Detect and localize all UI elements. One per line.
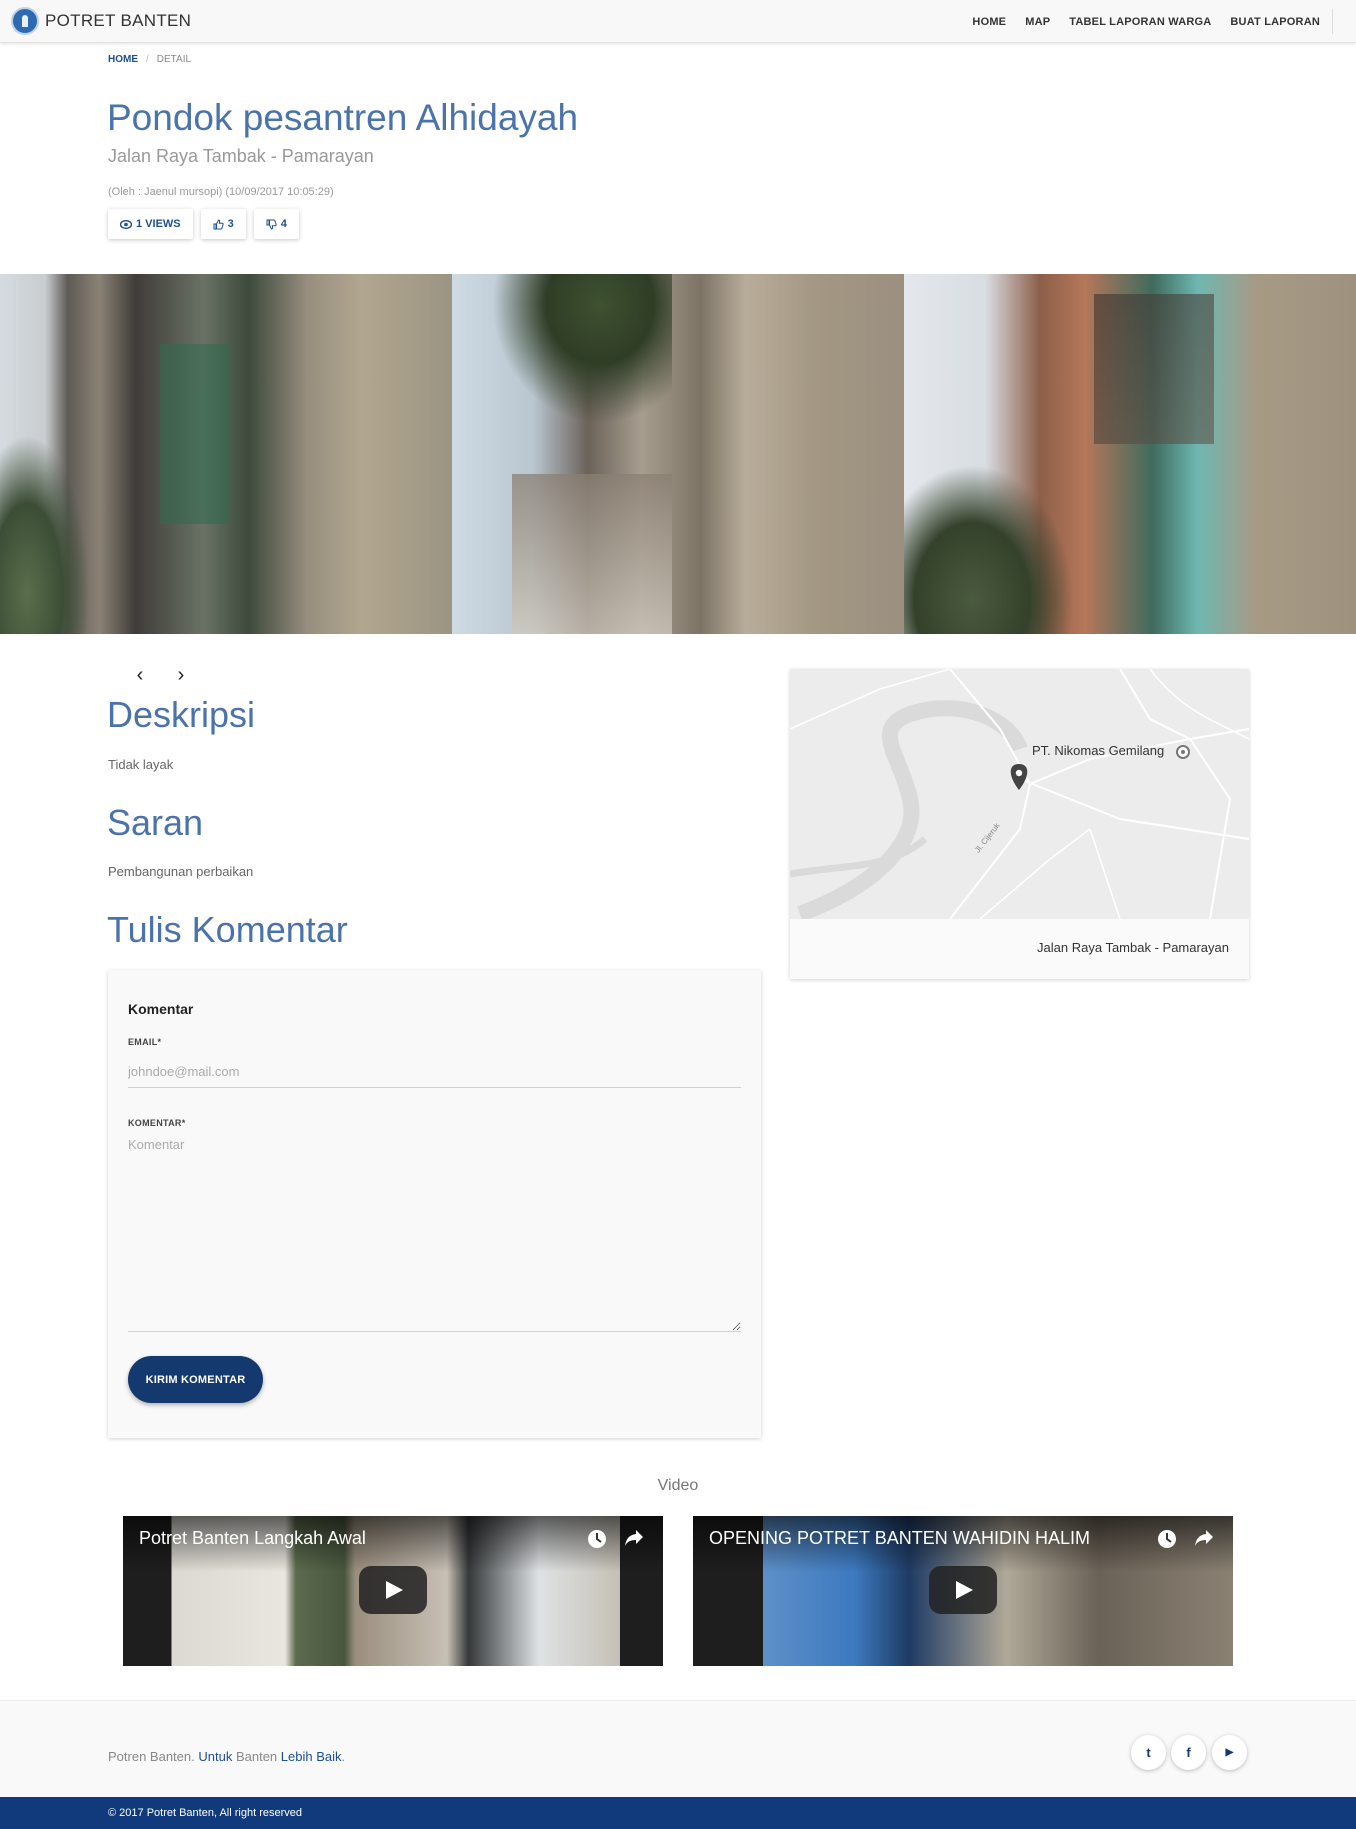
gallery-photo[interactable] bbox=[0, 274, 452, 634]
comment-card: Komentar EMAIL* KOMENTAR* KIRIM KOMENTAR bbox=[108, 970, 761, 1438]
breadcrumb-current: DETAIL bbox=[156, 54, 192, 65]
video-title[interactable]: Potret Banten Langkah Awal bbox=[139, 1528, 366, 1549]
views-button[interactable]: 1 VIEWS bbox=[108, 209, 193, 239]
dislikes-count: 4 bbox=[280, 218, 287, 230]
share-icon[interactable] bbox=[1193, 1529, 1215, 1551]
logo-icon[interactable] bbox=[11, 7, 39, 35]
video-embed[interactable]: Potret Banten Langkah Awal bbox=[123, 1516, 663, 1666]
footer-tagline: Potren Banten. Untuk Banten Lebih Baik. bbox=[108, 1749, 345, 1764]
tagline-highlight: Lebih Baik bbox=[280, 1749, 342, 1764]
navbar: POTRET BANTEN HOME MAP TABEL LAPORAN WAR… bbox=[0, 0, 1356, 43]
tagline-part: Potren Banten. bbox=[108, 1749, 195, 1764]
gallery-photo[interactable] bbox=[452, 274, 904, 634]
twitter-icon[interactable]: t bbox=[1131, 1735, 1166, 1770]
map-place-label: PT. Nikomas Gemilang bbox=[1032, 743, 1165, 758]
breadcrumb-home[interactable]: HOME bbox=[108, 54, 138, 65]
dislike-button[interactable]: 4 bbox=[253, 209, 299, 239]
breadcrumb: HOME / DETAIL bbox=[108, 54, 191, 65]
like-button[interactable]: 3 bbox=[200, 209, 246, 239]
nav-menu: HOME MAP TABEL LAPORAN WARGA BUAT LAPORA… bbox=[953, 0, 1320, 43]
gallery-photo[interactable] bbox=[904, 274, 1356, 634]
tagline-highlight: Untuk bbox=[198, 1749, 233, 1764]
thumbs-up-icon bbox=[213, 218, 224, 229]
chevron-left-icon[interactable]: ‹ bbox=[130, 664, 150, 688]
clock-icon[interactable] bbox=[586, 1529, 608, 1551]
email-field[interactable] bbox=[128, 1056, 741, 1088]
tagline-part: . bbox=[341, 1749, 346, 1764]
video-title[interactable]: OPENING POTRET BANTEN WAHIDIN HALIM bbox=[709, 1528, 1090, 1549]
map-card: PT. Nikomas Gemilang Jl. Cijeruk Jalan R… bbox=[790, 669, 1249, 979]
report-meta: (Oleh : Jaenul mursopi) (10/09/2017 10:0… bbox=[108, 186, 334, 198]
report-stats: 1 VIEWS 3 4 bbox=[108, 209, 299, 239]
saran-text: Pembangunan perbaikan bbox=[108, 864, 254, 879]
tagline-part: Banten bbox=[235, 1749, 278, 1764]
comment-label: KOMENTAR* bbox=[128, 1118, 186, 1128]
comment-card-title: Komentar bbox=[128, 1001, 194, 1017]
eye-icon bbox=[120, 219, 132, 229]
thumbs-down-icon bbox=[266, 219, 277, 230]
facebook-icon[interactable]: f bbox=[1171, 1735, 1206, 1770]
nav-map[interactable]: MAP bbox=[1025, 16, 1050, 28]
play-button[interactable] bbox=[359, 1566, 427, 1614]
breadcrumb-separator: / bbox=[146, 54, 149, 65]
youtube-icon[interactable]: ▶ bbox=[1212, 1735, 1247, 1770]
comment-textarea[interactable] bbox=[128, 1137, 741, 1332]
copyright-bar: © 2017 Potret Banten, All right reserved bbox=[0, 1797, 1356, 1829]
footer: Potren Banten. Untuk Banten Lebih Baik. … bbox=[0, 1700, 1356, 1797]
map-canvas bbox=[790, 669, 1249, 919]
photo-gallery bbox=[0, 274, 1356, 634]
deskripsi-text: Tidak layak bbox=[108, 757, 174, 772]
page-title: Pondok pesantren Alhidayah bbox=[107, 97, 579, 138]
copyright-text: © 2017 Potret Banten, All right reserved bbox=[108, 1807, 302, 1819]
views-count: 1 VIEWS bbox=[136, 218, 181, 230]
saran-heading: Saran bbox=[107, 802, 204, 843]
brand-name[interactable]: POTRET BANTEN bbox=[45, 11, 191, 31]
submit-comment-button[interactable]: KIRIM KOMENTAR bbox=[128, 1356, 263, 1403]
video-heading: Video bbox=[657, 1477, 699, 1494]
nav-divider bbox=[1332, 9, 1333, 34]
play-button[interactable] bbox=[929, 1566, 997, 1614]
clock-icon[interactable] bbox=[1156, 1529, 1178, 1551]
chevron-right-icon[interactable]: › bbox=[171, 664, 191, 688]
nav-buat-laporan[interactable]: BUAT LAPORAN bbox=[1230, 16, 1320, 28]
location-map[interactable]: PT. Nikomas Gemilang Jl. Cijeruk bbox=[790, 669, 1249, 919]
video-embed[interactable]: OPENING POTRET BANTEN WAHIDIN HALIM bbox=[693, 1516, 1233, 1666]
map-caption: Jalan Raya Tambak - Pamarayan bbox=[1037, 940, 1229, 955]
nav-tabel-laporan-warga[interactable]: TABEL LAPORAN WARGA bbox=[1069, 16, 1211, 28]
email-label: EMAIL* bbox=[128, 1037, 162, 1047]
map-pin-icon[interactable] bbox=[1010, 764, 1028, 790]
report-location: Jalan Raya Tambak - Pamarayan bbox=[108, 146, 374, 166]
deskripsi-heading: Deskripsi bbox=[107, 694, 256, 735]
likes-count: 3 bbox=[227, 218, 234, 230]
nav-home[interactable]: HOME bbox=[972, 16, 1006, 28]
share-icon[interactable] bbox=[623, 1529, 645, 1551]
comment-heading: Tulis Komentar bbox=[107, 909, 348, 950]
